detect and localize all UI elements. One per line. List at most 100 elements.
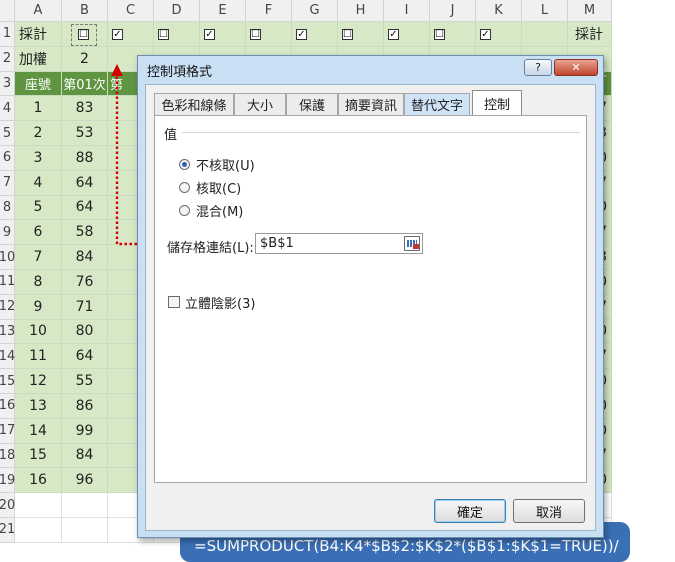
row-header-13[interactable]: 13 (0, 319, 15, 345)
select-all-corner[interactable] (0, 0, 15, 22)
tab-properties[interactable]: 摘要資訊 (338, 93, 404, 115)
cell[interactable]: 9 (15, 294, 62, 320)
cell[interactable]: 1 (15, 96, 62, 122)
row-header-2[interactable]: 2 (0, 46, 15, 72)
row-header-20[interactable]: 20 (0, 493, 15, 518)
column-header-a[interactable]: A (15, 0, 62, 22)
selected-control-outline[interactable] (71, 24, 97, 46)
row-header-17[interactable]: 17 (0, 418, 15, 444)
cell[interactable]: 11 (15, 344, 62, 370)
row-header-16[interactable]: 16 (0, 394, 15, 419)
cell[interactable] (522, 22, 568, 47)
tab-size[interactable]: 大小 (234, 93, 286, 115)
row-header-12[interactable]: 12 (0, 294, 15, 320)
radio-checked-label[interactable]: 核取(C) (196, 178, 241, 197)
checkbox-i1[interactable]: ✓ (388, 29, 399, 40)
radio-mixed[interactable] (179, 205, 190, 216)
row-header-18[interactable]: 18 (0, 443, 15, 469)
cell[interactable]: 76 (62, 270, 108, 295)
cell[interactable]: 座號 (15, 71, 62, 97)
row-header-15[interactable]: 15 (0, 369, 15, 394)
column-header-k[interactable]: K (476, 0, 522, 22)
tab-control[interactable]: 控制 (472, 90, 522, 116)
tab-protection[interactable]: 保護 (286, 93, 338, 115)
column-header-j[interactable]: J (430, 0, 476, 22)
checkbox-f1[interactable]: ☐ (250, 29, 261, 40)
cell[interactable]: 採計 (568, 22, 612, 47)
cell[interactable]: 2 (15, 121, 62, 146)
cell[interactable]: 7 (15, 245, 62, 270)
cell[interactable]: 15 (15, 443, 62, 469)
cell[interactable]: 86 (62, 394, 108, 419)
cell[interactable] (15, 518, 62, 543)
radio-mixed-label[interactable]: 混合(M) (196, 201, 243, 220)
checkbox-j1[interactable]: ☐ (434, 29, 445, 40)
row-header-21[interactable]: 21 (0, 518, 15, 543)
cell[interactable]: 71 (62, 294, 108, 320)
row-header-7[interactable]: 7 (0, 170, 15, 196)
row-header-14[interactable]: 14 (0, 344, 15, 370)
dialog-titlebar[interactable]: 控制項格式 ? ✕ (138, 56, 603, 82)
row-header-1[interactable]: 1 (0, 22, 15, 47)
cell[interactable]: 採計 (15, 22, 62, 47)
row-header-19[interactable]: 19 (0, 468, 15, 494)
row-header-11[interactable]: 11 (0, 270, 15, 295)
close-button[interactable]: ✕ (554, 59, 598, 76)
column-header-f[interactable]: F (246, 0, 292, 22)
cell[interactable]: 3 (15, 146, 62, 171)
cell[interactable]: 96 (62, 468, 108, 494)
cell[interactable]: 84 (62, 443, 108, 469)
cell[interactable]: 16 (15, 468, 62, 494)
row-header-5[interactable]: 5 (0, 121, 15, 146)
checkbox-k1[interactable]: ✓ (480, 29, 491, 40)
column-header-d[interactable]: D (154, 0, 200, 22)
row-header-8[interactable]: 8 (0, 195, 15, 221)
tab-alt-text[interactable]: 替代文字 (404, 93, 470, 115)
cell[interactable]: 99 (62, 418, 108, 444)
column-header-g[interactable]: G (292, 0, 338, 22)
cell[interactable]: 8 (15, 270, 62, 295)
row-header-10[interactable]: 10 (0, 245, 15, 270)
cell-link-input[interactable]: $B$1 (255, 233, 423, 254)
cell[interactable] (15, 493, 62, 518)
cell[interactable]: 5 (15, 195, 62, 221)
cell[interactable]: 12 (15, 369, 62, 394)
cell[interactable]: 55 (62, 369, 108, 394)
column-header-h[interactable]: H (338, 0, 384, 22)
collapse-dialog-icon[interactable] (404, 236, 420, 251)
column-header-b[interactable]: B (62, 0, 108, 22)
cell[interactable]: 13 (15, 394, 62, 419)
cell[interactable]: 64 (62, 344, 108, 370)
column-header-e[interactable]: E (200, 0, 246, 22)
cell[interactable]: 4 (15, 170, 62, 196)
checkbox-e1[interactable]: ✓ (204, 29, 215, 40)
checkbox-g1[interactable]: ✓ (296, 29, 307, 40)
cell[interactable] (62, 493, 108, 518)
radio-unchecked[interactable] (179, 159, 190, 170)
3d-shading-label[interactable]: 立體陰影(3) (185, 293, 255, 312)
checkbox-d1[interactable]: ☐ (158, 29, 169, 40)
3d-shading-checkbox[interactable] (168, 296, 180, 308)
ok-button[interactable]: 確定 (434, 499, 506, 523)
cell[interactable]: 加權 (15, 46, 62, 72)
checkbox-h1[interactable]: ☐ (342, 29, 353, 40)
column-header-l[interactable]: L (522, 0, 568, 22)
row-header-9[interactable]: 9 (0, 220, 15, 246)
column-header-c[interactable]: C (108, 0, 154, 22)
column-header-m[interactable]: M (568, 0, 612, 22)
checkbox-c1[interactable]: ✓ (112, 29, 123, 40)
cell[interactable]: 10 (15, 319, 62, 345)
cell[interactable]: 80 (62, 319, 108, 345)
row-header-4[interactable]: 4 (0, 96, 15, 122)
row-header-6[interactable]: 6 (0, 146, 15, 171)
cancel-button[interactable]: 取消 (513, 499, 585, 523)
radio-unchecked-label[interactable]: 不核取(U) (196, 155, 255, 174)
cell[interactable]: 14 (15, 418, 62, 444)
column-header-i[interactable]: I (384, 0, 430, 22)
cell[interactable] (62, 518, 108, 543)
row-header-3[interactable]: 3 (0, 71, 15, 97)
help-button[interactable]: ? (524, 59, 552, 76)
radio-checked[interactable] (179, 182, 190, 193)
tab-colors-lines[interactable]: 色彩和線條 (154, 93, 234, 115)
cell[interactable]: 6 (15, 220, 62, 246)
